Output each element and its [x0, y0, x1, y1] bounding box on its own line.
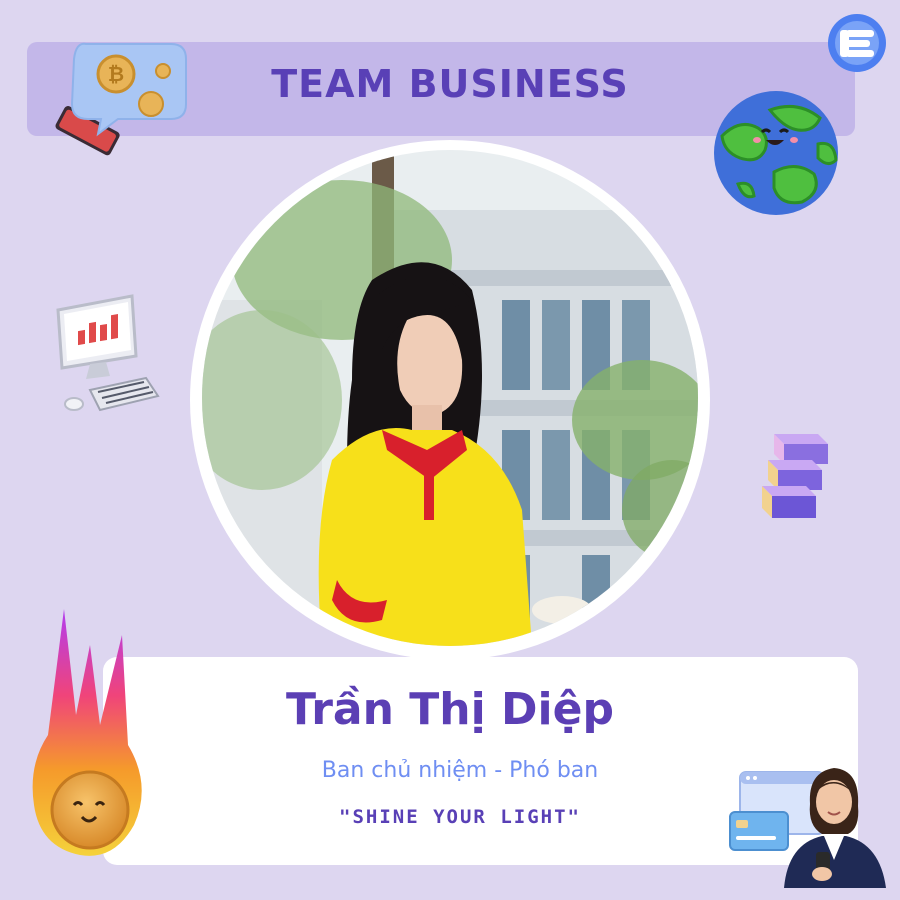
computer-chart-icon [56, 294, 160, 412]
brand-logo-icon [828, 14, 886, 72]
businesswoman-cards-icon [729, 768, 886, 888]
stacked-cubes-icon [762, 434, 828, 518]
smiling-earth-icon [714, 91, 838, 215]
member-photo [202, 150, 698, 646]
fireball-icon [32, 609, 142, 856]
svg-text:₿: ₿ [108, 62, 124, 86]
crypto-chat-bubble-icon: ₿ [55, 42, 187, 156]
member-photo-illustration [202, 150, 698, 646]
